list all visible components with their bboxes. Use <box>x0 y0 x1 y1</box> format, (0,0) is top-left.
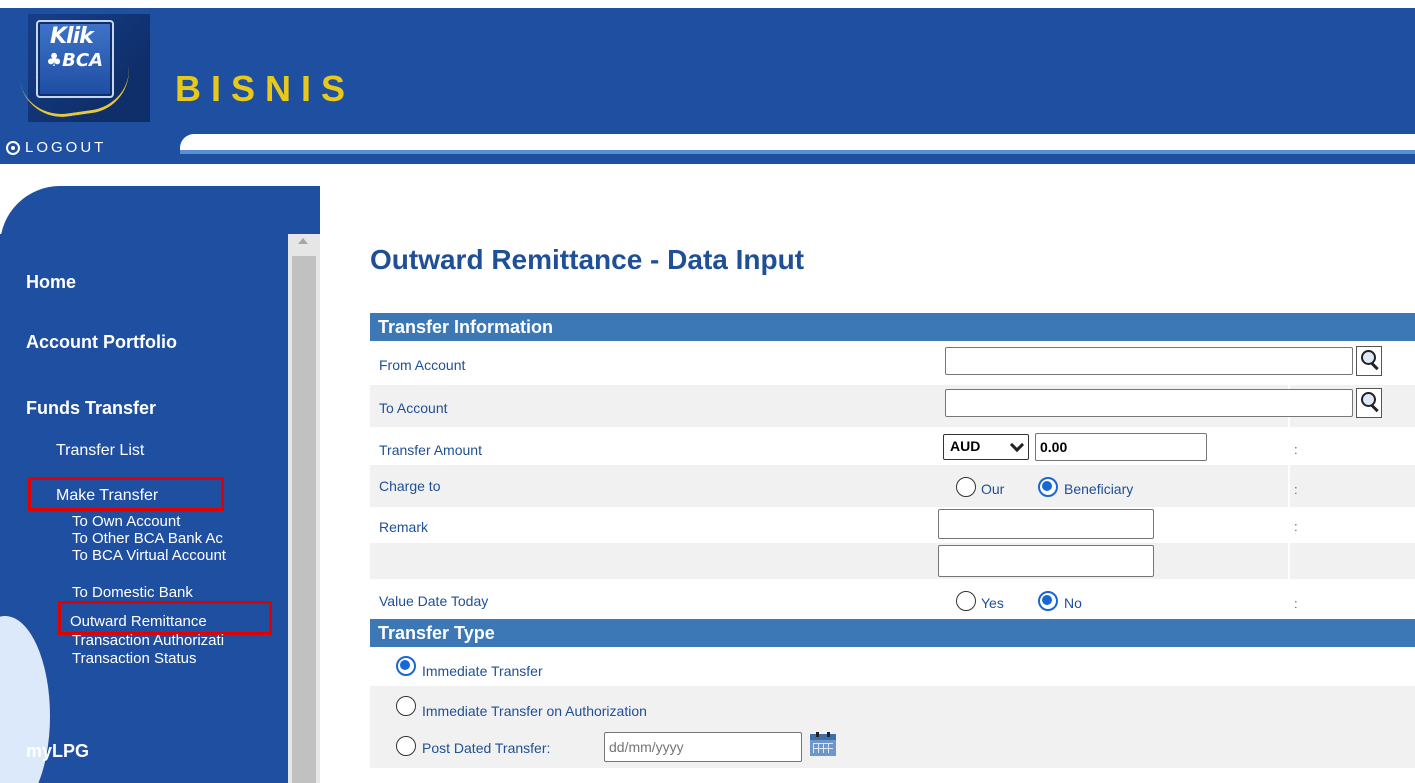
sidebar-nav: Home Account Portfolio Funds Transfer Tr… <box>0 186 320 783</box>
charge-to-label: Charge to <box>379 478 441 494</box>
to-account-label: To Account <box>379 400 448 416</box>
from-account-label: From Account <box>379 357 466 373</box>
value-date-yes-radio[interactable] <box>956 591 976 611</box>
section-header-transfer-information: Transfer Information <box>370 313 1415 341</box>
sidebar-item-to-domestic-bank[interactable]: To Domestic Bank <box>72 584 193 601</box>
immediate-authorization-radio[interactable] <box>396 696 416 716</box>
power-circle-icon <box>6 140 20 155</box>
remark-field-1[interactable] <box>938 509 1154 539</box>
charge-our-label: Our <box>981 481 1005 497</box>
row-value-date-today: Value Date Today : Yes No <box>370 579 1415 615</box>
sidebar-item-to-own-account[interactable]: To Own Account <box>72 513 180 530</box>
post-dated-label: Post Dated Transfer: <box>422 740 551 756</box>
currency-value: AUD <box>950 438 981 454</box>
highlight-box-make-transfer <box>28 477 224 511</box>
search-from-account-button[interactable] <box>1356 346 1382 376</box>
from-account-field[interactable] <box>945 347 1353 375</box>
header-banner: Klik ♣BCA BISNIS LOGOUT <box>0 0 1415 190</box>
header-gap <box>0 164 1415 186</box>
section-header-transfer-type: Transfer Type <box>370 619 1415 647</box>
immediate-authorization-label: Immediate Transfer on Authorization <box>422 703 647 719</box>
value-date-no-label: No <box>1064 595 1082 611</box>
charge-our-radio[interactable] <box>956 477 976 497</box>
row-charge-to: Charge to : Our Beneficiary <box>370 465 1415 507</box>
immediate-transfer-label: Immediate Transfer <box>422 663 543 679</box>
colon-separator: : <box>1294 596 1298 611</box>
sidebar-scrollbar[interactable] <box>288 234 320 783</box>
logout-label: LOGOUT <box>25 139 107 156</box>
remark-label: Remark <box>379 519 429 535</box>
sidebar-item-mylpg[interactable]: myLPG <box>26 741 89 762</box>
value-date-today-label: Value Date Today <box>379 593 489 609</box>
calendar-icon[interactable] <box>810 732 836 756</box>
value-date-yes-label: Yes <box>981 595 1004 611</box>
sidebar-item-account-portfolio[interactable]: Account Portfolio <box>26 332 177 353</box>
header-divider <box>180 134 1415 150</box>
value-date-no-radio[interactable] <box>1038 591 1058 611</box>
magnifier-handle <box>1370 362 1379 371</box>
amount-field[interactable]: 0.00 <box>1035 433 1207 461</box>
logout-button[interactable]: LOGOUT <box>6 139 106 156</box>
charge-beneficiary-radio[interactable] <box>1038 477 1058 497</box>
colon-separator: : <box>1294 442 1298 457</box>
calendar-grid <box>813 743 833 753</box>
immediate-transfer-radio[interactable] <box>396 656 416 676</box>
magnifier-handle <box>1370 404 1379 413</box>
sidebar-item-home[interactable]: Home <box>26 272 76 293</box>
row-remark: Remark : <box>370 507 1415 543</box>
sidebar-item-to-other-bca[interactable]: To Other BCA Bank Ac <box>72 530 223 547</box>
scroll-up-arrow-icon[interactable] <box>298 238 308 244</box>
brand-bisnis: BISNIS <box>175 68 356 109</box>
calendar-ring <box>827 732 830 737</box>
highlight-box-outward-remittance <box>58 601 272 635</box>
sidebar-item-transaction-authorization[interactable]: Transaction Authorizati <box>72 632 224 649</box>
scrollbar-thumb[interactable] <box>292 256 316 783</box>
row-immediate-transfer: Immediate Transfer <box>370 648 1415 686</box>
logo-bca-text: ♣BCA <box>46 50 103 71</box>
post-dated-date-input[interactable] <box>604 732 802 762</box>
currency-select[interactable]: AUD <box>943 434 1029 460</box>
sidebar-item-transfer-list[interactable]: Transfer List <box>56 442 144 460</box>
remark-field-2[interactable] <box>938 545 1154 577</box>
row-remark-2 <box>370 543 1415 579</box>
colon-separator: : <box>1294 482 1298 497</box>
sidebar-top-curve <box>0 186 320 246</box>
colon-separator: : <box>1294 519 1298 534</box>
post-dated-radio[interactable] <box>396 736 416 756</box>
header-accent-line <box>180 150 1415 154</box>
logo-klik-text: Klik <box>50 24 94 49</box>
klikbca-logo: Klik ♣BCA <box>19 14 150 123</box>
search-to-account-button[interactable] <box>1356 388 1382 418</box>
column-divider <box>1288 543 1290 579</box>
sidebar-item-to-bca-virtual[interactable]: To BCA Virtual Account <box>72 547 226 564</box>
calendar-ring <box>816 732 819 737</box>
page-title: Outward Remittance - Data Input <box>370 244 805 275</box>
charge-beneficiary-label: Beneficiary <box>1064 481 1134 497</box>
sidebar-item-transaction-status[interactable]: Transaction Status <box>72 650 197 667</box>
column-divider <box>1288 465 1290 507</box>
sidebar-item-funds-transfer[interactable]: Funds Transfer <box>26 398 156 419</box>
row-to-account: To Account : <box>370 385 1415 427</box>
chevron-down-icon <box>1009 437 1025 453</box>
row-transfer-amount: Transfer Amount : AUD 0.00 <box>370 427 1415 465</box>
transfer-amount-label: Transfer Amount <box>379 442 482 458</box>
row-from-account: From Account : <box>370 341 1415 385</box>
row-immediate-on-authorization: Immediate Transfer on Authorization <box>370 686 1415 724</box>
to-account-field[interactable] <box>945 389 1353 417</box>
row-post-dated-transfer: Post Dated Transfer: <box>370 724 1415 768</box>
